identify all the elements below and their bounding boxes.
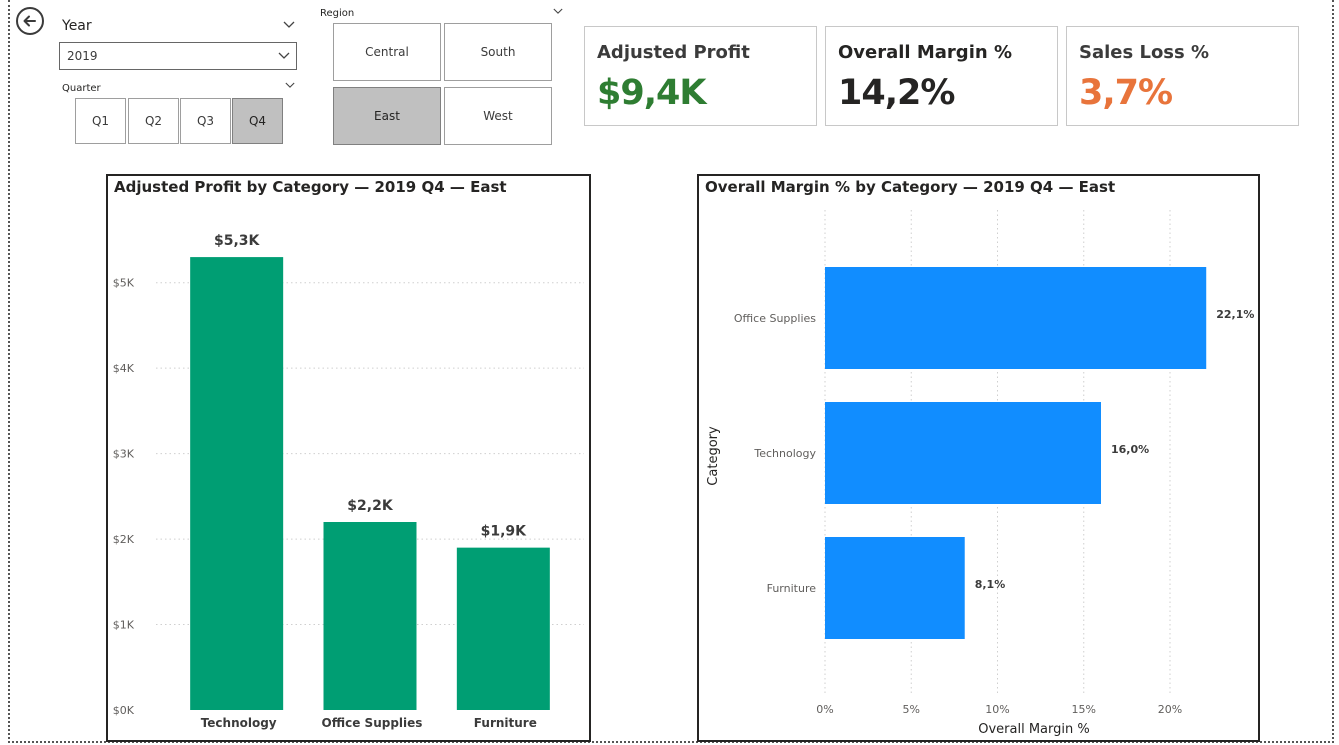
kpi-value: $9,4K bbox=[597, 73, 706, 113]
profit-bar-chart-plot: $0K $1K $2K $3K $4K $5K $5,3K Technology $2,2K Of… bbox=[113, 233, 584, 730]
region-slicer-chevron-icon[interactable] bbox=[553, 8, 563, 15]
y-tick-label: Office Supplies bbox=[734, 312, 816, 325]
quarter-button-q2[interactable]: Q2 bbox=[128, 98, 179, 144]
y-tick-label: $0K bbox=[113, 704, 135, 717]
bar bbox=[190, 257, 284, 710]
data-label: 8,1% bbox=[975, 578, 1006, 591]
bar bbox=[825, 402, 1101, 504]
kpi-label: Adjusted Profit bbox=[597, 42, 750, 63]
y-tick-label: $1K bbox=[113, 619, 135, 632]
quarter-slicer-title: Quarter bbox=[62, 83, 101, 94]
data-label: $5,3K bbox=[214, 233, 261, 249]
x-tick-label: Technology bbox=[201, 716, 277, 730]
region-slicer-title: Region bbox=[320, 8, 355, 19]
y-tick-label: Technology bbox=[753, 447, 816, 460]
kpi-label: Overall Margin % bbox=[838, 42, 1012, 63]
quarter-button-q1[interactable]: Q1 bbox=[75, 98, 126, 144]
region-button-west[interactable]: West bbox=[444, 87, 552, 145]
x-tick-label: 10% bbox=[985, 703, 1009, 716]
x-tick-label: 15% bbox=[1072, 703, 1096, 716]
data-label: 22,1% bbox=[1216, 308, 1254, 321]
y-tick-label: $5K bbox=[113, 277, 135, 290]
x-tick-label: Furniture bbox=[474, 716, 537, 730]
region-button-east[interactable]: East bbox=[333, 87, 441, 145]
bar bbox=[456, 547, 550, 710]
x-tick-label: 5% bbox=[903, 703, 920, 716]
y-tick-label: $2K bbox=[113, 533, 135, 546]
y-tick-label: Furniture bbox=[767, 582, 817, 595]
year-dropdown[interactable]: 2019 bbox=[59, 42, 297, 70]
data-label: 16,0% bbox=[1111, 443, 1149, 456]
x-axis-title: Overall Margin % bbox=[978, 722, 1089, 737]
y-axis-title: Category bbox=[706, 426, 721, 486]
year-dropdown-value: 2019 bbox=[67, 49, 98, 63]
back-button[interactable] bbox=[16, 7, 44, 35]
region-button-south[interactable]: South bbox=[444, 23, 552, 81]
x-tick-label: Office Supplies bbox=[322, 716, 423, 730]
x-tick-label: 0% bbox=[816, 703, 833, 716]
bar bbox=[825, 537, 965, 639]
y-tick-label: $3K bbox=[113, 448, 135, 461]
chevron-down-icon bbox=[278, 52, 290, 59]
margin-bar-chart-plot: 0% 5% 10% 15% 20% Overall Margin % Category 22,… bbox=[706, 210, 1254, 737]
year-slicer-title: Year bbox=[62, 18, 92, 34]
back-arrow-icon bbox=[23, 15, 36, 27]
quarter-button-q4[interactable]: Q4 bbox=[232, 98, 283, 144]
year-slicer-chevron-icon[interactable] bbox=[283, 21, 295, 29]
x-tick-label: 20% bbox=[1158, 703, 1182, 716]
bar bbox=[825, 267, 1207, 369]
bar bbox=[323, 522, 417, 710]
quarter-button-q3[interactable]: Q3 bbox=[180, 98, 231, 144]
kpi-card-adjusted-profit: Adjusted Profit $9,4K bbox=[584, 26, 817, 126]
kpi-card-sales-loss: Sales Loss % 3,7% bbox=[1066, 26, 1299, 126]
quarter-slicer-chevron-icon[interactable] bbox=[285, 82, 295, 89]
kpi-card-overall-margin: Overall Margin % 14,2% bbox=[825, 26, 1058, 126]
kpi-value: 3,7% bbox=[1079, 73, 1173, 113]
data-label: $2,2K bbox=[347, 498, 394, 514]
data-label: $1,9K bbox=[481, 524, 528, 540]
profit-by-category-chart[interactable]: Adjusted Profit by Category — 2019 Q4 — … bbox=[106, 174, 591, 742]
kpi-value: 14,2% bbox=[838, 73, 955, 113]
margin-by-category-chart[interactable]: Overall Margin % by Category — 2019 Q4 —… bbox=[697, 174, 1260, 742]
kpi-label: Sales Loss % bbox=[1079, 42, 1210, 63]
region-button-central[interactable]: Central bbox=[333, 23, 441, 81]
y-tick-label: $4K bbox=[113, 362, 135, 375]
